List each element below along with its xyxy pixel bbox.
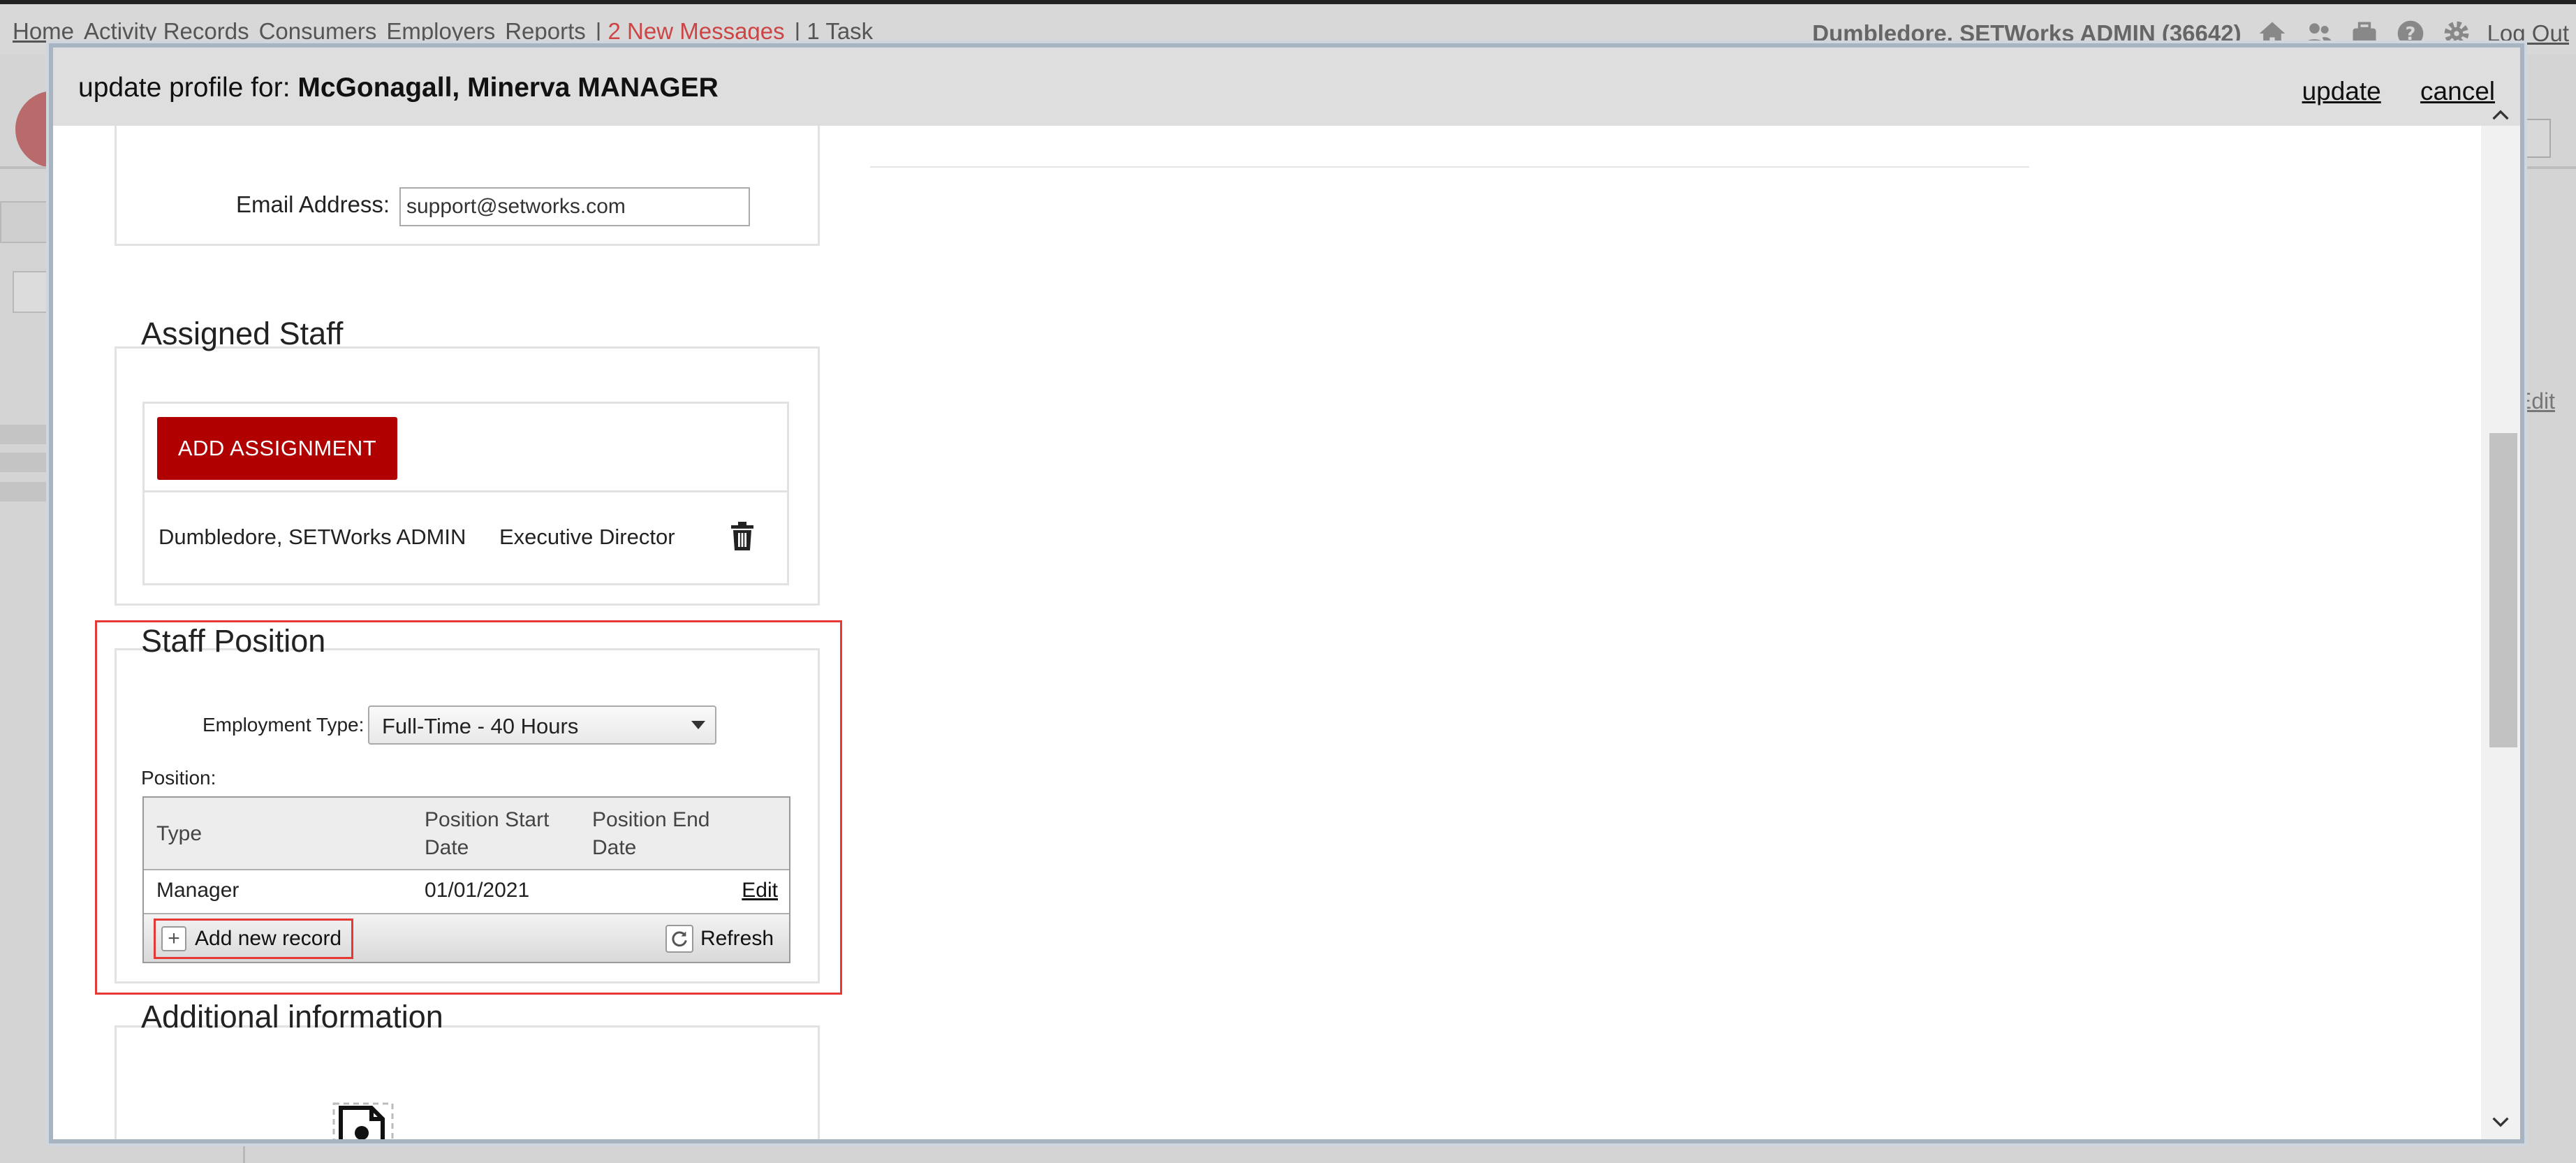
contact-section xyxy=(115,126,820,246)
refresh-icon xyxy=(665,925,693,953)
position-label: Position: xyxy=(141,767,216,789)
chevron-down-icon[interactable] xyxy=(2481,1104,2520,1139)
email-field[interactable] xyxy=(399,187,750,226)
top-nav-links: Home Activity Records Consumers Employers Re… xyxy=(13,18,883,45)
profile-photo-icon[interactable] xyxy=(332,1102,394,1139)
add-assignment-button[interactable]: ADD ASSIGNMENT xyxy=(157,417,397,480)
trash-icon[interactable] xyxy=(730,521,755,552)
nav-link-home[interactable]: Home xyxy=(13,18,74,44)
staff-position-title: Staff Position xyxy=(141,623,326,659)
nav-link-reports[interactable]: Reports xyxy=(505,18,586,44)
scrollbar-thumb[interactable] xyxy=(2489,433,2517,747)
refresh-button[interactable]: Refresh xyxy=(665,921,774,956)
assignment-name: Dumbledore, SETWorks ADMIN xyxy=(159,525,466,549)
nav-link-activity-records[interactable]: Activity Records xyxy=(84,18,249,44)
position-grid-header: Type Position Start Date Position End Da… xyxy=(144,798,789,870)
dialog-body: Email Address: Assigned Staff ADD ASSIGN… xyxy=(53,126,2489,1139)
nav-separator: | xyxy=(794,18,801,44)
refresh-label: Refresh xyxy=(700,927,774,950)
dialog-actions: update cancel xyxy=(2270,77,2495,106)
column-header-type[interactable]: Type xyxy=(156,820,202,848)
employment-type-label: Employment Type: xyxy=(203,714,365,736)
nav-separator: | xyxy=(595,18,602,44)
body-divider xyxy=(870,166,2029,168)
dialog-title: update profile for: McGonagall, Minerva … xyxy=(78,73,719,103)
column-header-end-date[interactable]: Position End Date xyxy=(592,806,746,862)
dialog-title-name: McGonagall, Minerva MANAGER xyxy=(297,73,719,103)
nav-link-consumers[interactable]: Consumers xyxy=(259,18,377,44)
position-start-date: 01/01/2021 xyxy=(425,879,530,902)
employment-type-select[interactable]: Full-Time - 40 Hours xyxy=(368,705,716,745)
nav-link-messages[interactable]: 2 New Messages xyxy=(608,18,785,44)
assignment-divider xyxy=(145,490,787,492)
employment-type-value: Full-Time - 40 Hours xyxy=(382,714,579,738)
assigned-staff-title: Assigned Staff xyxy=(141,316,344,351)
update-profile-dialog: update profile for: McGonagall, Minerva … xyxy=(49,43,2524,1143)
chevron-down-icon xyxy=(691,721,705,729)
column-header-start-date[interactable]: Position Start Date xyxy=(425,806,578,862)
dialog-title-prefix: update profile for: xyxy=(78,73,290,103)
edit-position-link[interactable]: Edit xyxy=(742,879,778,902)
dialog-header: update profile for: McGonagall, Minerva … xyxy=(53,47,2520,126)
additional-info-section xyxy=(115,1025,820,1139)
nav-link-tasks[interactable]: 1 Task xyxy=(807,18,873,44)
add-new-record-button[interactable]: + Add new record xyxy=(154,919,353,959)
plus-icon: + xyxy=(161,926,186,951)
email-label: Email Address: xyxy=(236,191,390,217)
nav-link-employers[interactable]: Employers xyxy=(386,18,495,44)
update-link[interactable]: update xyxy=(2302,77,2381,105)
assignment-list: ADD ASSIGNMENT Dumbledore, SETWorks ADMI… xyxy=(142,402,789,585)
position-grid: Type Position Start Date Position End Da… xyxy=(142,796,790,963)
dialog-scrollbar[interactable] xyxy=(2481,110,2520,1139)
additional-info-title: Additional information xyxy=(141,999,443,1034)
table-row: Manager 01/01/2021 Edit xyxy=(144,870,789,914)
position-type: Manager xyxy=(156,879,240,902)
svg-text:?: ? xyxy=(2405,24,2415,45)
assignment-role: Executive Director xyxy=(499,525,675,549)
chevron-up-icon[interactable] xyxy=(2481,98,2520,133)
position-grid-toolbar: + Add new record Refresh xyxy=(144,913,789,962)
add-new-record-label: Add new record xyxy=(195,927,342,950)
